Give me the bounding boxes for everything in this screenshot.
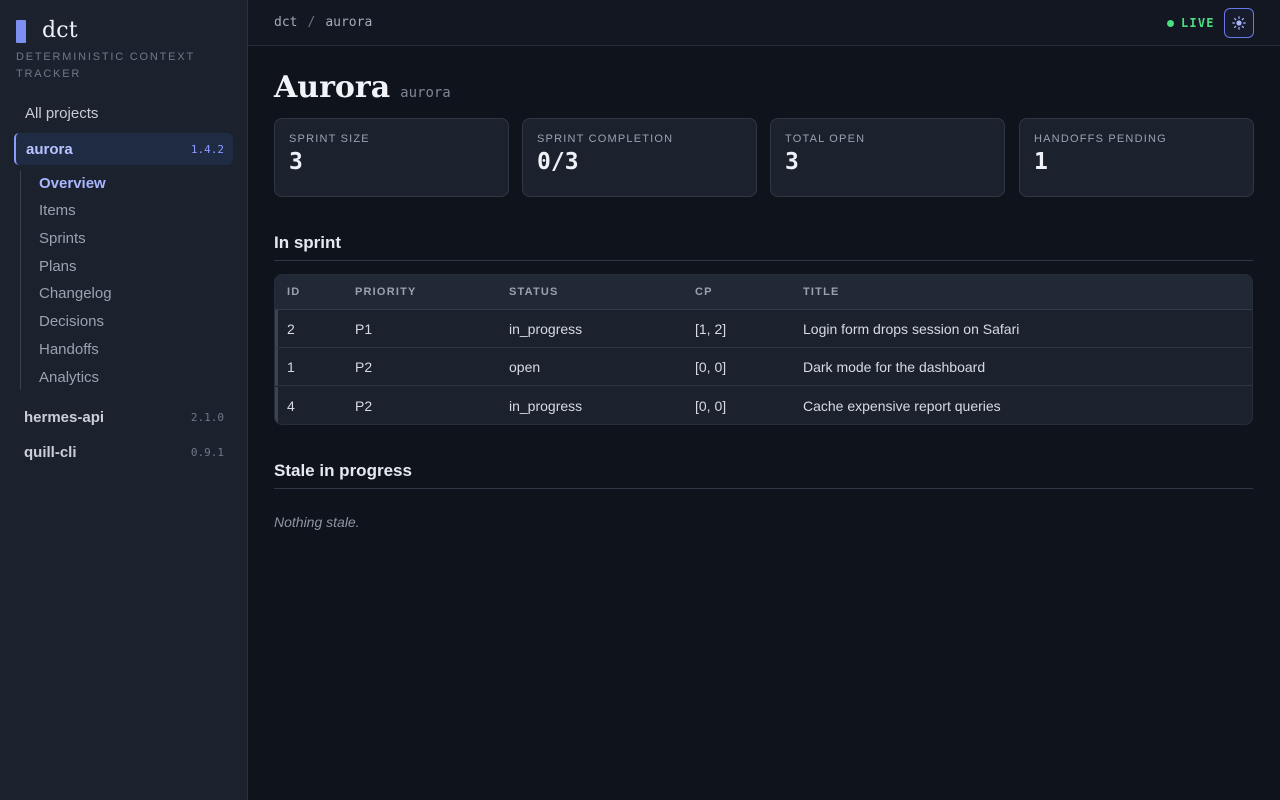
stat-value: 0/3 [537, 149, 579, 175]
project-name: quill-cli [24, 443, 77, 461]
cell-status: in_progress [509, 321, 583, 337]
breadcrumb-current[interactable]: aurora [325, 15, 372, 30]
subnav-analytics[interactable]: Analytics [39, 369, 99, 386]
stat-label: SPRINT COMPLETION [537, 133, 674, 145]
cell-priority: P2 [355, 359, 373, 375]
table-header: ID PRIORITY STATUS CP TITLE [275, 275, 1252, 310]
cell-id: 1 [287, 359, 295, 375]
live-status-indicator: LIVE [1167, 16, 1215, 30]
section-heading-stale: Stale in progress [274, 461, 1253, 489]
stat-card-sprint-completion: SPRINT COMPLETION 0/3 [522, 118, 757, 197]
stat-value: 3 [289, 149, 303, 175]
topbar: dct / aurora LIVE [248, 0, 1280, 46]
stat-value: 3 [785, 149, 799, 175]
all-projects-link[interactable]: All projects [25, 105, 98, 122]
subnav-overview[interactable]: Overview [39, 175, 106, 192]
project-title: Aurora [274, 70, 391, 105]
brand[interactable]: dct DETERMINISTIC CONTEXT TRACKER [16, 18, 196, 83]
sidebar-project-aurora[interactable]: aurora 1.4.2 [14, 133, 233, 165]
table-row[interactable]: 2 P1 in_progress [1, 2] Login form drops… [275, 310, 1252, 348]
cell-cp: [1, 2] [695, 321, 727, 337]
project-subnav: Overview Items Sprints Plans Changelog D… [20, 170, 220, 390]
stat-card-handoffs-pending: HANDOFFS PENDING 1 [1019, 118, 1254, 197]
brand-subtitle: DETERMINISTIC CONTEXT TRACKER [16, 51, 195, 80]
table-row[interactable]: 4 P2 in_progress [0, 0] Cache expensive … [275, 387, 1252, 424]
project-name: aurora [26, 140, 73, 158]
stat-label: TOTAL OPEN [785, 133, 866, 145]
subnav-items[interactable]: Items [39, 202, 76, 219]
section-heading-in-sprint: In sprint [274, 233, 1253, 261]
column-header-title[interactable]: TITLE [803, 286, 840, 298]
cell-status: in_progress [509, 398, 583, 414]
stat-label: SPRINT SIZE [289, 133, 370, 145]
subnav-sprints[interactable]: Sprints [39, 230, 86, 247]
subnav-changelog[interactable]: Changelog [39, 285, 112, 302]
column-header-status[interactable]: STATUS [509, 286, 559, 298]
brand-logo-mark [16, 19, 26, 43]
sidebar-project-hermes-api[interactable]: hermes-api 2.1.0 [14, 401, 233, 433]
breadcrumb-root[interactable]: dct [274, 15, 297, 30]
sun-icon [1232, 16, 1246, 30]
live-dot-icon [1167, 19, 1174, 27]
theme-toggle-button[interactable] [1224, 8, 1254, 38]
cell-priority: P1 [355, 321, 373, 337]
cell-title[interactable]: Cache expensive report queries [803, 398, 1001, 414]
cell-priority: P2 [355, 398, 373, 414]
table-row[interactable]: 1 P2 open [0, 0] Dark mode for the dashb… [275, 348, 1252, 386]
brand-name: dct [42, 18, 78, 43]
cell-id: 4 [287, 398, 295, 414]
project-slug: aurora [400, 85, 451, 101]
cell-status: open [509, 359, 541, 375]
stat-card-total-open: TOTAL OPEN 3 [770, 118, 1005, 197]
cell-cp: [0, 0] [695, 359, 727, 375]
cell-title[interactable]: Dark mode for the dashboard [803, 359, 985, 375]
column-header-cp[interactable]: CP [695, 286, 713, 298]
project-version: 0.9.1 [190, 445, 224, 459]
subnav-decisions[interactable]: Decisions [39, 313, 104, 330]
sidebar-project-quill-cli[interactable]: quill-cli 0.9.1 [14, 436, 233, 468]
project-version: 2.1.0 [190, 410, 224, 424]
cell-id: 2 [287, 321, 295, 337]
project-version: 1.4.2 [190, 142, 224, 156]
cell-cp: [0, 0] [695, 398, 727, 414]
subnav-handoffs[interactable]: Handoffs [39, 341, 99, 358]
breadcrumb: dct / aurora [274, 15, 372, 30]
stat-label: HANDOFFS PENDING [1034, 133, 1167, 145]
column-header-priority[interactable]: PRIORITY [355, 286, 417, 298]
page-title: Aurora aurora [274, 70, 451, 105]
project-name: hermes-api [24, 408, 105, 426]
in-sprint-table: ID PRIORITY STATUS CP TITLE 2 P1 in_prog… [274, 274, 1253, 425]
breadcrumb-separator: / [307, 15, 316, 30]
stat-card-sprint-size: SPRINT SIZE 3 [274, 118, 509, 197]
sidebar: dct DETERMINISTIC CONTEXT TRACKER All pr… [0, 0, 248, 800]
column-header-id[interactable]: ID [287, 286, 300, 298]
cell-title[interactable]: Login form drops session on Safari [803, 321, 1019, 337]
subnav-plans[interactable]: Plans [39, 258, 77, 275]
live-label: LIVE [1181, 16, 1215, 30]
stale-empty-message: Nothing stale. [274, 514, 360, 530]
stat-value: 1 [1034, 149, 1048, 175]
